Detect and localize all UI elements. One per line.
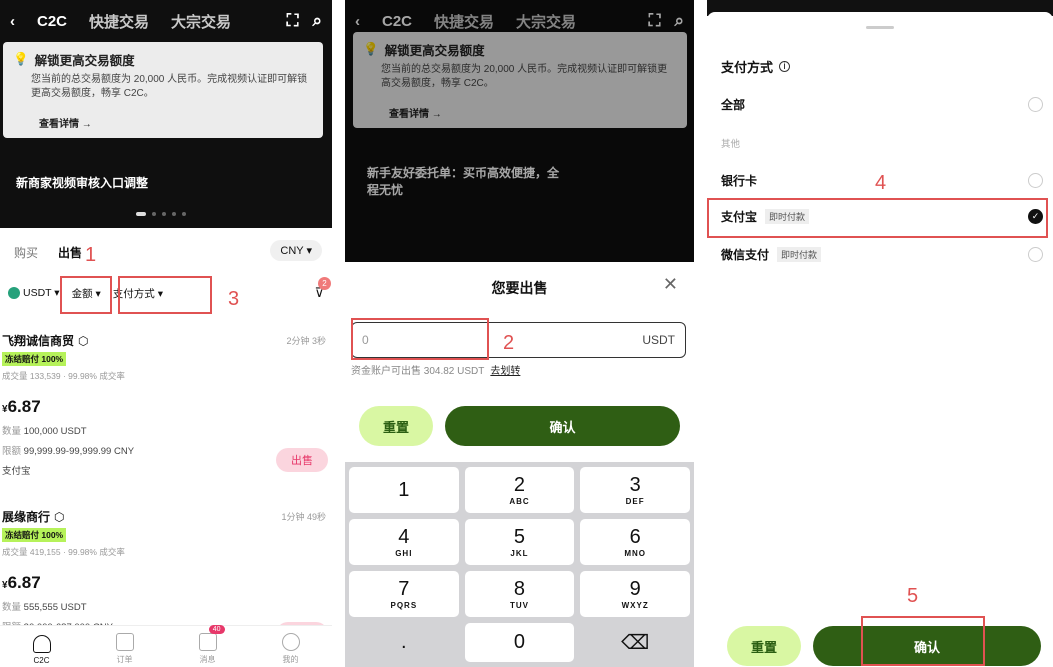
verified-badge-icon: ⬡ — [54, 509, 65, 524]
merchant-price: ¥6.87 — [2, 397, 41, 416]
screen-p2p-list: ‹ C2C 快捷交易 大宗交易 ⛶ ⌕ 💡 解锁更高交易额度 您当前的总交易额度为 … — [0, 0, 332, 667]
available-balance: 资金账户可出售 304.82 USDT 去划转 — [351, 366, 521, 377]
bottom-tabbar: C2C 订单 消息 40 我的 — [0, 625, 332, 667]
merchant-price: ¥6.87 — [2, 573, 41, 592]
buy-sell-toggle: 购买 出售 — [0, 240, 96, 265]
step-number-3: 3 — [228, 288, 240, 310]
key-3[interactable]: 3 DEF — [580, 467, 690, 513]
other-label: 其他 — [721, 139, 741, 150]
merchant-name[interactable]: 展缘商行 — [2, 508, 50, 525]
close-icon[interactable]: ✕ — [663, 274, 678, 295]
instant-chip: 即时付款 — [777, 247, 822, 262]
tab-orders[interactable]: 订单 — [115, 633, 134, 665]
coin-select[interactable]: USDT ▾ — [8, 287, 60, 299]
tab-buy[interactable]: 购买 — [6, 240, 46, 265]
merchant-time: 2分钟 3秒 — [286, 336, 326, 346]
merchant-stats: 成交量 133,539 · 99.98% 成交率 — [2, 371, 125, 381]
step-number-4: 4 — [875, 172, 887, 194]
highlight-box-2 — [351, 318, 489, 360]
tab-block-trade[interactable]: 大宗交易 — [171, 11, 231, 32]
sheet-actions: 重置 确认 — [359, 406, 680, 446]
option-all[interactable]: 全部 — [721, 96, 1043, 113]
payment-title: 支付方式 i — [721, 57, 1053, 76]
back-icon[interactable]: ‹ — [10, 13, 15, 30]
tab-profile[interactable]: 我的 — [281, 633, 300, 665]
key-dot[interactable]: . — [349, 623, 459, 662]
banner-desc: 您当前的总交易额度为 20,000 人民币。完成视频认证即可解锁更高交易额度，畅… — [31, 74, 308, 99]
merchant-time: 1分钟 49秒 — [281, 512, 326, 522]
highlight-box-4 — [707, 198, 1048, 238]
nav-bar: ‹ C2C 快捷交易 大宗交易 ⛶ ⌕ — [0, 0, 332, 42]
dim-overlay — [345, 0, 694, 262]
merchant-name[interactable]: 飞翔诚信商贸 — [2, 332, 74, 349]
top-header: ‹ C2C 快捷交易 大宗交易 ⛶ ⌕ 💡 解锁更高交易额度 您当前的总交易额度为 … — [0, 0, 332, 228]
info-icon[interactable]: i — [779, 61, 791, 72]
highlight-box-1 — [60, 276, 112, 314]
key-7[interactable]: 7 PQRS — [349, 571, 459, 617]
step-number-1: 1 — [85, 244, 97, 266]
banner-title: 解锁更高交易额度 — [34, 54, 135, 68]
key-6[interactable]: 6 MNO — [580, 519, 690, 565]
key-4[interactable]: 4 GHI — [349, 519, 459, 565]
c2c-icon — [32, 635, 51, 653]
verified-badge-icon: ⬡ — [78, 333, 89, 348]
backspace-icon[interactable]: ⌫ — [580, 623, 690, 662]
radio-icon — [1028, 97, 1043, 112]
usdt-icon — [8, 287, 20, 299]
top-header: ‹ C2C 快捷交易 大宗交易 ⛶ ⌕ 💡 解锁更高交易额度 您当前的总交易额度为 … — [345, 0, 694, 262]
numeric-keypad: 1 2 ABC 3 DEF 4 GHI 5 JKL 6 MNO 7 PQRS 8 TUV 9 WXYZ. 0 ⌫ — [345, 462, 694, 667]
filter-badge: 2 — [318, 277, 331, 290]
reset-button[interactable]: 重置 — [727, 626, 801, 666]
message-icon — [198, 633, 217, 651]
highlight-box-5 — [861, 616, 985, 666]
reset-button[interactable]: 重置 — [359, 406, 433, 446]
radio-icon — [1028, 173, 1043, 188]
screen-sell-amount: ‹ C2C 快捷交易 大宗交易 ⛶ ⌕ 💡 解锁更高交易额度 您当前的总交易额度为 … — [345, 0, 694, 667]
orders-icon — [115, 633, 134, 651]
confirm-button[interactable]: 确认 — [445, 406, 680, 446]
transfer-link[interactable]: 去划转 — [490, 366, 520, 377]
radio-icon — [1028, 247, 1043, 262]
screen-payment-method: 支付方式 i 全部 其他 银行卡 支付宝 即时付款 ✓ 微信支付 即时付款 4 重置 确… — [707, 0, 1053, 667]
merchant-stats: 成交量 419,155 · 99.98% 成交率 — [2, 547, 125, 557]
highlight-box-3 — [118, 276, 212, 314]
scan-icon[interactable]: ⛶ — [287, 11, 299, 31]
merchant-qty: 数量 555,555 USDT — [2, 602, 87, 613]
tab-quick-trade[interactable]: 快捷交易 — [89, 11, 149, 32]
banner-link[interactable]: 查看详情 → — [39, 115, 313, 130]
promo-text[interactable]: 新商家视频审核入口调整 — [16, 174, 148, 191]
tab-messages[interactable]: 消息 40 — [198, 625, 225, 665]
key-1[interactable]: 1 — [349, 467, 459, 513]
key-8[interactable]: 8 TUV — [464, 571, 575, 617]
sheet-grabber[interactable] — [866, 26, 894, 29]
step-number-2: 2 — [503, 332, 515, 354]
key-5[interactable]: 5 JKL — [464, 519, 575, 565]
tab-c2c[interactable]: C2C — [37, 13, 67, 30]
sell-button[interactable]: 出售 — [276, 448, 328, 472]
limit-banner: 💡 解锁更高交易额度 您当前的总交易额度为 20,000 人民币。完成视频认证即可… — [3, 42, 323, 138]
search-icon[interactable]: ⌕ — [312, 11, 322, 31]
unit-label: USDT — [642, 333, 675, 347]
currency-select[interactable]: CNY ▾ — [270, 240, 322, 261]
tab-c2c-bottom[interactable]: C2C — [32, 635, 51, 665]
key-0[interactable]: 0 — [464, 623, 575, 662]
key-9[interactable]: 9 WXYZ — [580, 571, 690, 617]
step-number-5: 5 — [907, 585, 919, 607]
sheet-title: 您要出售 — [491, 280, 548, 296]
carousel-dots — [136, 212, 186, 216]
key-2[interactable]: 2 ABC — [464, 467, 575, 513]
profile-icon — [281, 633, 300, 651]
merchant-qty: 数量 100,000 USDT — [2, 426, 87, 437]
message-badge: 40 — [208, 625, 225, 634]
bulb-icon: 💡 — [13, 52, 29, 66]
option-wechat[interactable]: 微信支付 即时付款 — [721, 246, 1043, 263]
filter-icon[interactable]: ⊽ 2 — [314, 277, 331, 301]
deposit-tag: 冻结赔付 100% — [2, 528, 67, 542]
deposit-tag: 冻结赔付 100% — [2, 352, 67, 366]
